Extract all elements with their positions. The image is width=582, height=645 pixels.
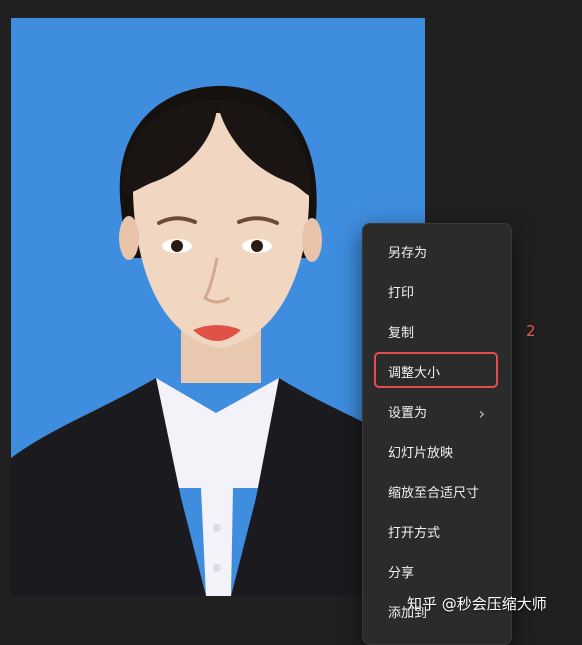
menu-item-open-with[interactable]: 打开方式 <box>363 516 511 552</box>
menu-item-label: 复制 <box>388 326 415 341</box>
menu-item-label: 幻灯片放映 <box>388 446 454 461</box>
menu-item-resize[interactable]: 调整大小 <box>363 356 511 392</box>
menu-item-label: 打印 <box>388 286 415 301</box>
menu-item-label: 设置为 <box>388 406 428 421</box>
menu-item-set-as[interactable]: 设置为 › <box>363 396 511 432</box>
menu-item-label: 打开方式 <box>388 526 441 541</box>
menu-item-share[interactable]: 分享 <box>363 556 511 592</box>
menu-item-print[interactable]: 打印 <box>363 276 511 312</box>
menu-item-slideshow[interactable]: 幻灯片放映 <box>363 436 511 472</box>
context-menu: 另存为 打印 复制 调整大小 设置为 › 幻灯片放映 缩放至合适尺寸 打开方式 … <box>362 223 512 645</box>
watermark: 知乎 @秒会压缩大师 <box>407 595 547 613</box>
chevron-right-icon: › <box>478 404 485 423</box>
menu-item-label: 调整大小 <box>388 366 441 381</box>
menu-item-zoom-to-fit[interactable]: 缩放至合适尺寸 <box>363 476 511 512</box>
step-number: 2 <box>526 322 536 340</box>
menu-item-label: 另存为 <box>388 246 428 261</box>
menu-item-copy[interactable]: 复制 <box>363 316 511 352</box>
menu-item-save-as[interactable]: 另存为 <box>363 236 511 272</box>
menu-item-label: 分享 <box>388 566 415 581</box>
menu-item-label: 缩放至合适尺寸 <box>388 486 480 501</box>
